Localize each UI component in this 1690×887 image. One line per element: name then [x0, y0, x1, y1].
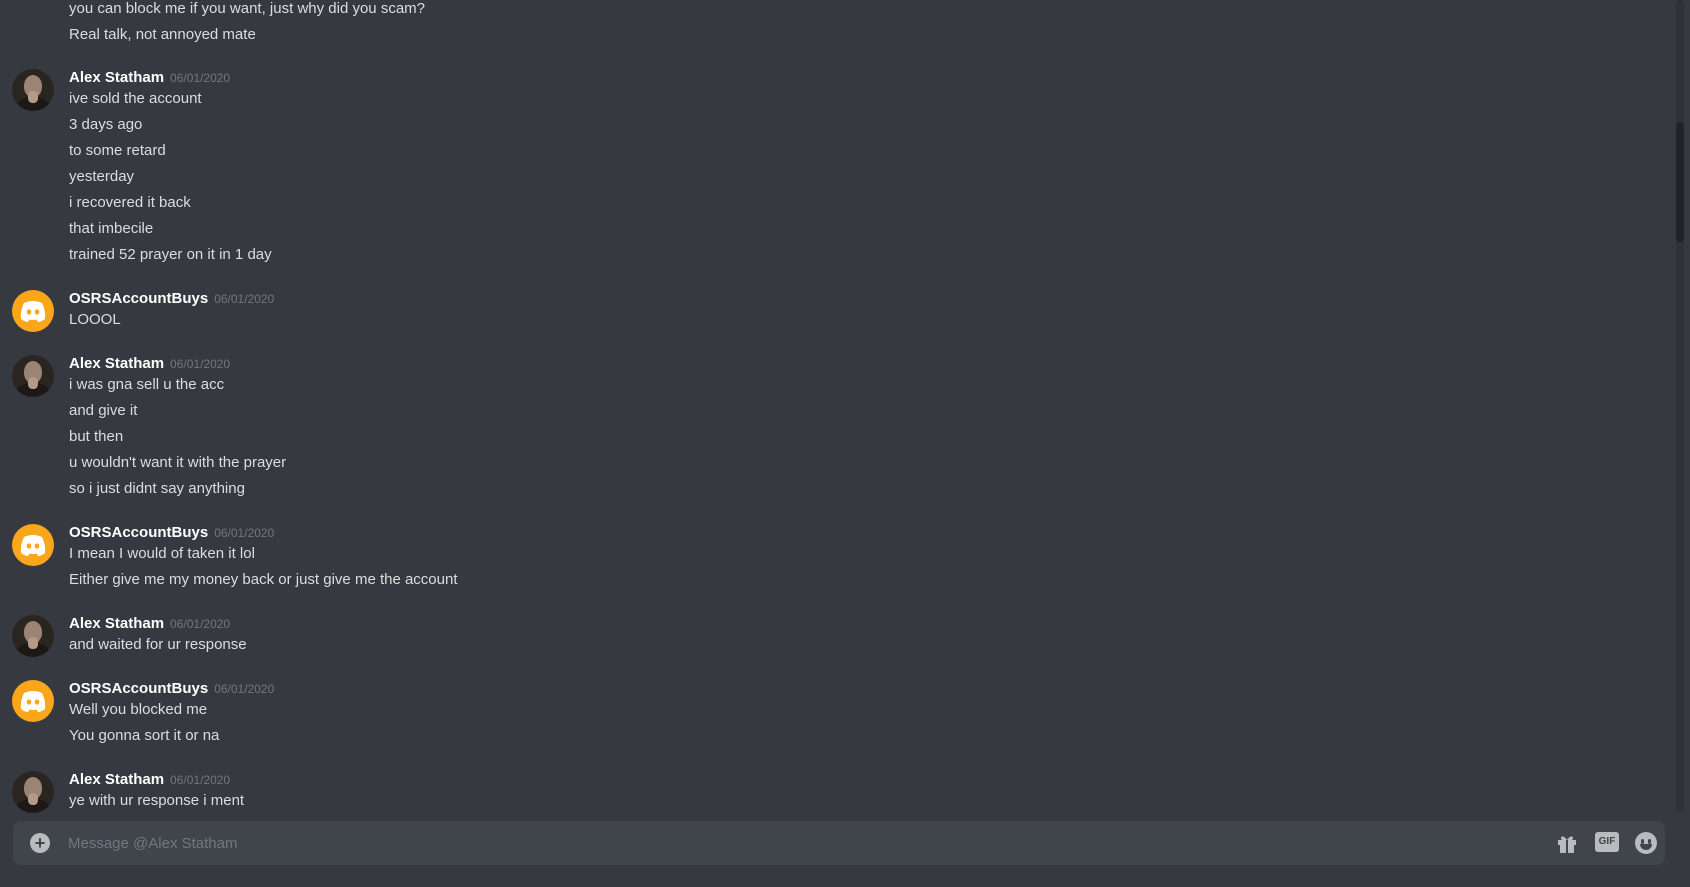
message-timestamp: 06/01/2020: [214, 292, 275, 306]
message-line: u wouldn't want it with the prayer: [69, 454, 287, 471]
message-line: so i just didnt say anything: [69, 480, 245, 497]
message-line: trained 52 prayer on it in 1 day: [69, 246, 272, 263]
message-line: LOOOL: [69, 311, 121, 328]
message-line: to some retard: [69, 142, 166, 159]
discord-logo-icon: [20, 301, 46, 322]
scrollbar-thumb[interactable]: [1676, 122, 1684, 242]
emoji-icon[interactable]: [1635, 832, 1657, 854]
user-photo-avatar[interactable]: [12, 771, 54, 813]
message-line: you can block me if you want, just why d…: [69, 0, 426, 17]
gift-icon[interactable]: [1556, 832, 1578, 854]
message-header: OSRSAccountBuys 06/01/2020: [69, 522, 274, 544]
message-line: yesterday: [69, 168, 135, 185]
author-name[interactable]: Alex Statham: [69, 615, 164, 632]
avatar-hand: [28, 637, 38, 649]
avatar-hand: [28, 793, 38, 805]
message-line: ive sold the account: [69, 90, 202, 107]
message-header: Alex Statham 06/01/2020: [69, 353, 230, 375]
message-header: Alex Statham 06/01/2020: [69, 67, 230, 89]
emoji-mouth: [1640, 844, 1652, 850]
discord-logo-icon: [20, 535, 46, 556]
message-timestamp: 06/01/2020: [170, 71, 231, 85]
author-name[interactable]: OSRSAccountBuys: [69, 290, 208, 307]
gif-icon[interactable]: GIF: [1595, 832, 1619, 852]
message-line: i recovered it back: [69, 194, 191, 211]
message-line: Either give me my money back or just giv…: [69, 571, 458, 588]
message-line: but then: [69, 428, 124, 445]
message-line: i was gna sell u the acc: [69, 376, 225, 393]
message-composer: + GIF: [13, 821, 1665, 865]
avatar-hand: [28, 377, 38, 389]
dm-window: you can block me if you want, just why d…: [0, 0, 1690, 887]
message-line: ye with ur response i ment: [69, 792, 245, 809]
message-line: and waited for ur response: [69, 636, 247, 653]
message-header: Alex Statham 06/01/2020: [69, 613, 230, 635]
author-name[interactable]: Alex Statham: [69, 771, 164, 788]
message-line: and give it: [69, 402, 138, 419]
message-timestamp: 06/01/2020: [170, 773, 231, 787]
author-name[interactable]: OSRSAccountBuys: [69, 524, 208, 541]
message-header: OSRSAccountBuys 06/01/2020: [69, 678, 274, 700]
user-photo-avatar[interactable]: [12, 69, 54, 111]
user-photo-avatar[interactable]: [12, 355, 54, 397]
message-timestamp: 06/01/2020: [214, 682, 275, 696]
message-header: OSRSAccountBuys 06/01/2020: [69, 288, 274, 310]
message-line: Well you blocked me: [69, 701, 208, 718]
message-header: Alex Statham 06/01/2020: [69, 769, 230, 791]
avatar-hand: [28, 91, 38, 103]
message-line: I mean I would of taken it lol: [69, 545, 255, 562]
author-name[interactable]: Alex Statham: [69, 69, 164, 86]
author-name[interactable]: Alex Statham: [69, 355, 164, 372]
message-timestamp: 06/01/2020: [170, 617, 231, 631]
message-timestamp: 06/01/2020: [214, 526, 275, 540]
discord-logo-avatar[interactable]: [12, 680, 54, 722]
discord-logo-avatar[interactable]: [12, 290, 54, 332]
message-timestamp: 06/01/2020: [170, 357, 231, 371]
discord-logo-avatar[interactable]: [12, 524, 54, 566]
message-list[interactable]: you can block me if you want, just why d…: [0, 0, 1672, 818]
message-line: 3 days ago: [69, 116, 143, 133]
author-name[interactable]: OSRSAccountBuys: [69, 680, 208, 697]
message-line: You gonna sort it or na: [69, 727, 220, 744]
user-photo-avatar[interactable]: [12, 615, 54, 657]
message-line: Real talk, not annoyed mate: [69, 26, 256, 43]
message-line: that imbecile: [69, 220, 154, 237]
discord-logo-icon: [20, 691, 46, 712]
add-attachment-icon[interactable]: +: [30, 833, 50, 853]
message-input[interactable]: [68, 821, 1528, 865]
